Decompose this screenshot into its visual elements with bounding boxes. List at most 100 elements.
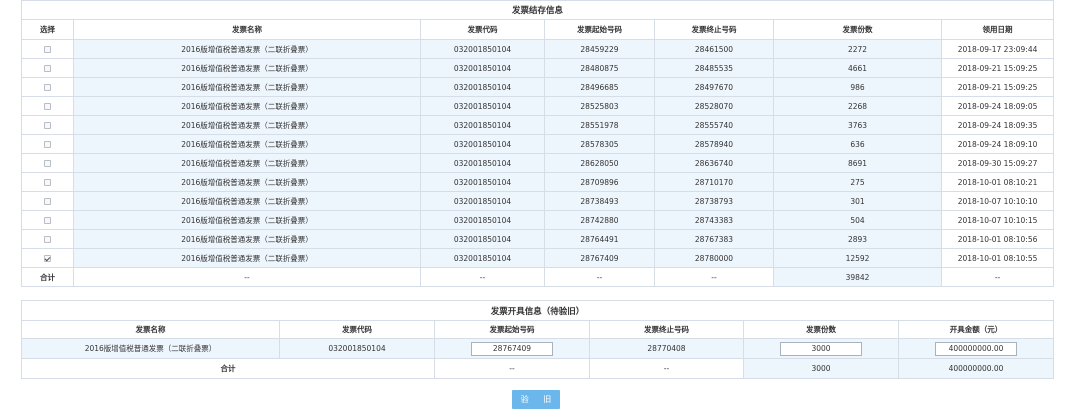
issue-header-row: 发票名称 发票代码 发票起始号码 发票终止号码 发票份数 开具金额（元） <box>21 320 1055 339</box>
table-row[interactable]: 2016版增值税普通发票（二联折叠票） 032001850104 28459229 2… <box>21 39 1055 59</box>
end-number-cell: 28461500 <box>654 39 774 59</box>
row-checkbox[interactable] <box>44 46 51 53</box>
name-cell: 2016版增值税普通发票（二联折叠票） <box>73 96 421 116</box>
row-checkbox[interactable] <box>44 122 51 129</box>
date-cell: 2018-09-21 15:09:25 <box>940 58 1055 78</box>
start-number-cell: 28525803 <box>544 96 655 116</box>
name-cell: 2016版增值税普通发票（二联折叠票） <box>73 229 421 249</box>
end-number-cell: 28497670 <box>654 77 774 97</box>
row-checkbox[interactable] <box>44 179 51 186</box>
select-cell <box>21 115 74 135</box>
start-number-cell: 28551978 <box>544 115 655 135</box>
end-number-cell: 28555740 <box>654 115 774 135</box>
end-number-cell: 28780000 <box>654 248 774 268</box>
table-row[interactable]: 2016版增值税普通发票（二联折叠票） 032001850104 28709896 2… <box>21 172 1055 192</box>
code-cell: 032001850104 <box>420 210 545 230</box>
issue-header-start: 发票起始号码 <box>434 320 590 339</box>
col-header-select: 选择 <box>21 19 74 40</box>
issue-total-end: -- <box>589 358 744 379</box>
start-number-cell: 28578305 <box>544 134 655 154</box>
end-number-cell: 28636740 <box>654 153 774 173</box>
issue-row: 2016版增值税普通发票（二联折叠票） 032001850104 2876740… <box>21 338 1055 359</box>
select-cell <box>21 39 74 59</box>
table-row[interactable]: 2016版增值税普通发票（二联折叠票） 032001850104 28764491 2… <box>21 229 1055 249</box>
table-row[interactable]: 2016版增值税普通发票（二联折叠票） 032001850104 28551978 2… <box>21 115 1055 135</box>
count-cell: 2893 <box>773 229 942 249</box>
row-checkbox[interactable] <box>44 141 51 148</box>
row-checkbox[interactable] <box>44 84 51 91</box>
table-row[interactable]: 2016版增值税普通发票（二联折叠票） 032001850104 28578305 2… <box>21 134 1055 154</box>
count-cell: 2272 <box>773 39 942 59</box>
start-number-cell: 28738493 <box>544 191 655 211</box>
date-cell: 2018-10-01 08:10:55 <box>940 248 1055 268</box>
inventory-title: 发票结存信息 <box>20 0 1055 20</box>
col-header-count: 发票份数 <box>773 19 942 40</box>
row-checkbox[interactable] <box>44 236 51 243</box>
code-cell: 032001850104 <box>420 77 545 97</box>
row-checkbox[interactable] <box>44 217 51 224</box>
select-cell <box>21 248 74 268</box>
count-cell: 986 <box>773 77 942 97</box>
row-checkbox[interactable] <box>44 65 51 72</box>
select-cell <box>21 172 74 192</box>
total-date: -- <box>940 267 1055 287</box>
code-cell: 032001850104 <box>420 172 545 192</box>
count-cell: 3763 <box>773 115 942 135</box>
issue-total-amount: 400000000.00 <box>897 358 1055 379</box>
row-checkbox[interactable] <box>44 198 51 205</box>
start-number-input[interactable]: 28767409 <box>471 341 553 356</box>
date-cell: 2018-09-24 18:09:05 <box>940 96 1055 116</box>
count-cell: 8691 <box>773 153 942 173</box>
issue-name-cell: 2016版增值税普通发票（二联折叠票） <box>21 338 280 359</box>
count-input[interactable]: 3000 <box>780 341 862 356</box>
select-cell <box>21 96 74 116</box>
select-cell <box>21 58 74 78</box>
name-cell: 2016版增值税普通发票（二联折叠票） <box>73 210 421 230</box>
row-checkbox[interactable] <box>44 255 51 262</box>
date-cell: 2018-10-07 10:10:10 <box>940 191 1055 211</box>
table-row[interactable]: 2016版增值税普通发票（二联折叠票） 032001850104 28480875 2… <box>21 58 1055 78</box>
row-checkbox[interactable] <box>44 103 51 110</box>
count-cell: 301 <box>773 191 942 211</box>
issue-header-count: 发票份数 <box>743 320 899 339</box>
name-cell: 2016版增值税普通发票（二联折叠票） <box>73 172 421 192</box>
table-row[interactable]: 2016版增值税普通发票（二联折叠票） 032001850104 28742880 2… <box>21 210 1055 230</box>
date-cell: 2018-09-24 18:09:10 <box>940 134 1055 154</box>
select-cell <box>21 153 74 173</box>
row-checkbox[interactable] <box>44 160 51 167</box>
select-cell <box>21 210 74 230</box>
table-row[interactable]: 2016版增值税普通发票（二联折叠票） 032001850104 28496685 2… <box>21 77 1055 97</box>
end-number-cell: 28578940 <box>654 134 774 154</box>
code-cell: 032001850104 <box>420 153 545 173</box>
code-cell: 032001850104 <box>420 58 545 78</box>
table-row[interactable]: 2016版增值税普通发票（二联折叠票） 032001850104 28738493 2… <box>21 191 1055 211</box>
col-header-name: 发票名称 <box>73 19 421 40</box>
table-row[interactable]: 2016版增值税普通发票（二联折叠票） 032001850104 28628050 2… <box>21 153 1055 173</box>
col-header-end: 发票终止号码 <box>654 19 774 40</box>
start-number-cell: 28742880 <box>544 210 655 230</box>
total-count: 39842 <box>773 267 942 287</box>
verify-button[interactable]: 验 旧 <box>512 390 560 409</box>
date-cell: 2018-10-01 08:10:56 <box>940 229 1055 249</box>
issue-header-end: 发票终止号码 <box>589 320 744 339</box>
end-number-cell: 28743383 <box>654 210 774 230</box>
issue-total-count: 3000 <box>743 358 899 379</box>
amount-input[interactable]: 400000000.00 <box>935 341 1017 356</box>
total-end: -- <box>654 267 774 287</box>
table-row[interactable]: 2016版增值税普通发票（二联折叠票） 032001850104 28767409 2… <box>21 248 1055 268</box>
name-cell: 2016版增值税普通发票（二联折叠票） <box>73 191 421 211</box>
select-cell <box>21 229 74 249</box>
inventory-header-row: 选择 发票名称 发票代码 发票起始号码 发票终止号码 发票份数 领用日期 <box>21 19 1055 40</box>
code-cell: 032001850104 <box>420 115 545 135</box>
start-number-cell: 28767409 <box>544 248 655 268</box>
count-cell: 636 <box>773 134 942 154</box>
name-cell: 2016版增值税普通发票（二联折叠票） <box>73 39 421 59</box>
select-cell <box>21 134 74 154</box>
name-cell: 2016版增值税普通发票（二联折叠票） <box>73 58 421 78</box>
name-cell: 2016版增值税普通发票（二联折叠票） <box>73 153 421 173</box>
issue-title: 发票开具信息（待验旧） <box>20 300 1055 321</box>
issue-total-start: -- <box>434 358 590 379</box>
table-row[interactable]: 2016版增值税普通发票（二联折叠票） 032001850104 28525803 2… <box>21 96 1055 116</box>
issue-code-cell: 032001850104 <box>279 338 435 359</box>
code-cell: 032001850104 <box>420 229 545 249</box>
